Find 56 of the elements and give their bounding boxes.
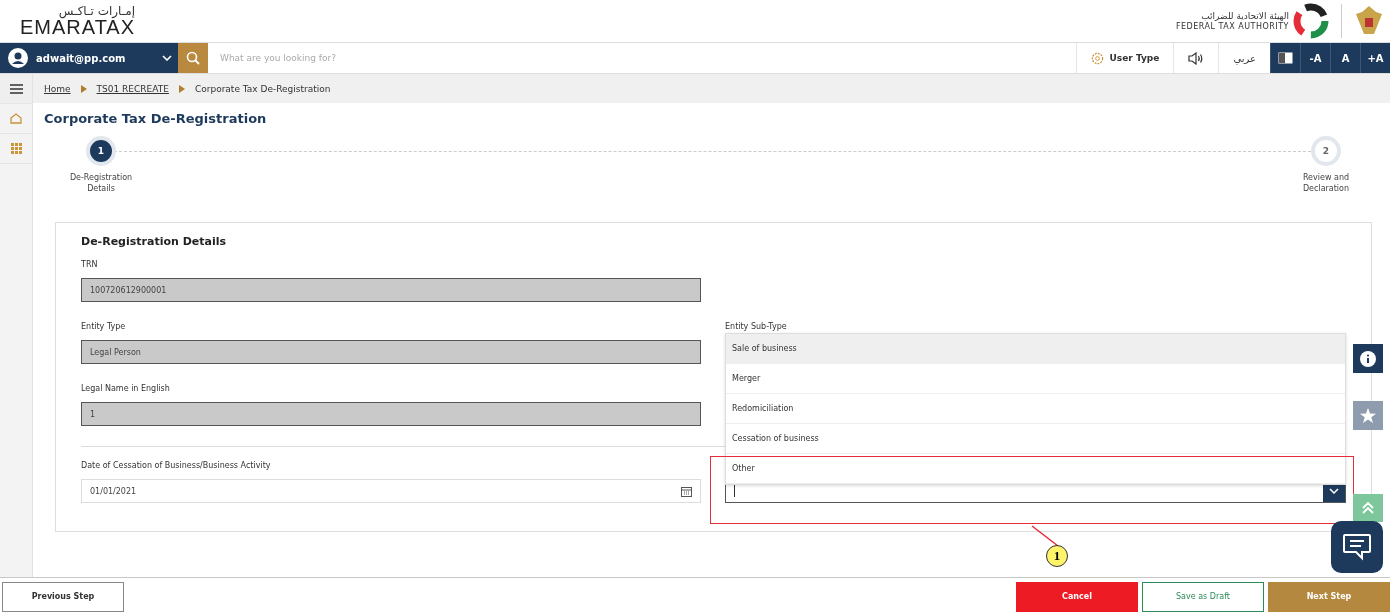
search-button[interactable] <box>178 43 208 73</box>
field-label: Entity Sub-Type <box>725 322 788 334</box>
step-label: De-Registration Details <box>68 172 134 195</box>
footer-button[interactable]: Cancel <box>1016 581 1138 612</box>
logo-text: EMARATAX <box>20 17 136 37</box>
authority-emblem-icon <box>1293 3 1329 39</box>
date-field[interactable]: 01/01/2021 <box>81 479 701 504</box>
step-label: Review and Declaration <box>1301 172 1351 195</box>
font-size-button[interactable]: +A <box>1360 43 1390 73</box>
authority-arabic-name: الهيئة الاتحادية للضرائب <box>1201 10 1289 22</box>
gear-icon <box>1090 51 1104 65</box>
user-avatar-icon <box>8 48 28 68</box>
authority-name: FEDERAL TAX AUTHORITY <box>1175 21 1289 32</box>
star-icon <box>1360 408 1376 423</box>
double-chevron-up-icon <box>1362 502 1374 514</box>
step-number: 2 <box>1311 136 1341 166</box>
field-label: TRN <box>81 260 99 272</box>
user-menu[interactable]: adwait@pp.com <box>0 43 178 73</box>
info-icon <box>1360 350 1376 367</box>
dropdown-option[interactable]: Other <box>726 454 1345 485</box>
chat-icon <box>1342 533 1372 561</box>
footer-button[interactable]: Previous Step <box>2 581 124 612</box>
scroll-top-button[interactable] <box>1353 494 1383 522</box>
step-number: 1 <box>86 136 116 166</box>
leader-line <box>1031 525 1059 548</box>
chevron-down-icon <box>162 55 172 61</box>
font-size-button[interactable]: A <box>1330 43 1360 73</box>
dropdown-option[interactable]: Redomiciliation <box>726 394 1345 425</box>
breadcrumb-arrow-icon <box>178 84 185 93</box>
page-title: Corporate Tax De-Registration <box>44 111 268 126</box>
date-value: 01/01/2021 <box>90 486 137 496</box>
chevron-down-icon <box>1329 488 1339 495</box>
menu-icon[interactable] <box>9 83 23 94</box>
favorite-button[interactable] <box>1353 401 1383 430</box>
speaker-icon <box>1188 51 1205 65</box>
dropdown-option[interactable]: Merger <box>726 364 1345 395</box>
contrast-icon <box>1278 52 1293 64</box>
chat-button[interactable] <box>1331 521 1383 573</box>
breadcrumb-arrow-icon <box>80 84 87 93</box>
footer-button[interactable]: Save as Draft <box>1142 581 1264 612</box>
dropdown-option[interactable]: Cessation of business <box>726 424 1345 455</box>
search-icon <box>186 51 200 65</box>
breadcrumb-current: Corporate Tax De-Registration <box>194 83 331 94</box>
breadcrumb-link[interactable]: TS01 RECREATE <box>96 83 169 94</box>
annotation-number: 1 <box>1046 545 1068 568</box>
info-button[interactable] <box>1353 344 1383 373</box>
dropdown-option[interactable]: Sale of business <box>726 334 1345 365</box>
logo-arabic-text: إمـارات تـاكـس <box>58 5 136 17</box>
section-title: De-Registration Details <box>81 235 227 249</box>
calendar-icon[interactable] <box>681 485 692 497</box>
field-label: Entity Type <box>81 322 127 334</box>
breadcrumb-link[interactable]: Home <box>44 83 71 94</box>
field-label: Date of Cessation of Business/Business Activity <box>81 461 272 473</box>
field-label: Legal Name in English <box>81 384 171 396</box>
contrast-button[interactable] <box>1270 43 1300 73</box>
font-size-button[interactable]: -A <box>1300 43 1330 73</box>
